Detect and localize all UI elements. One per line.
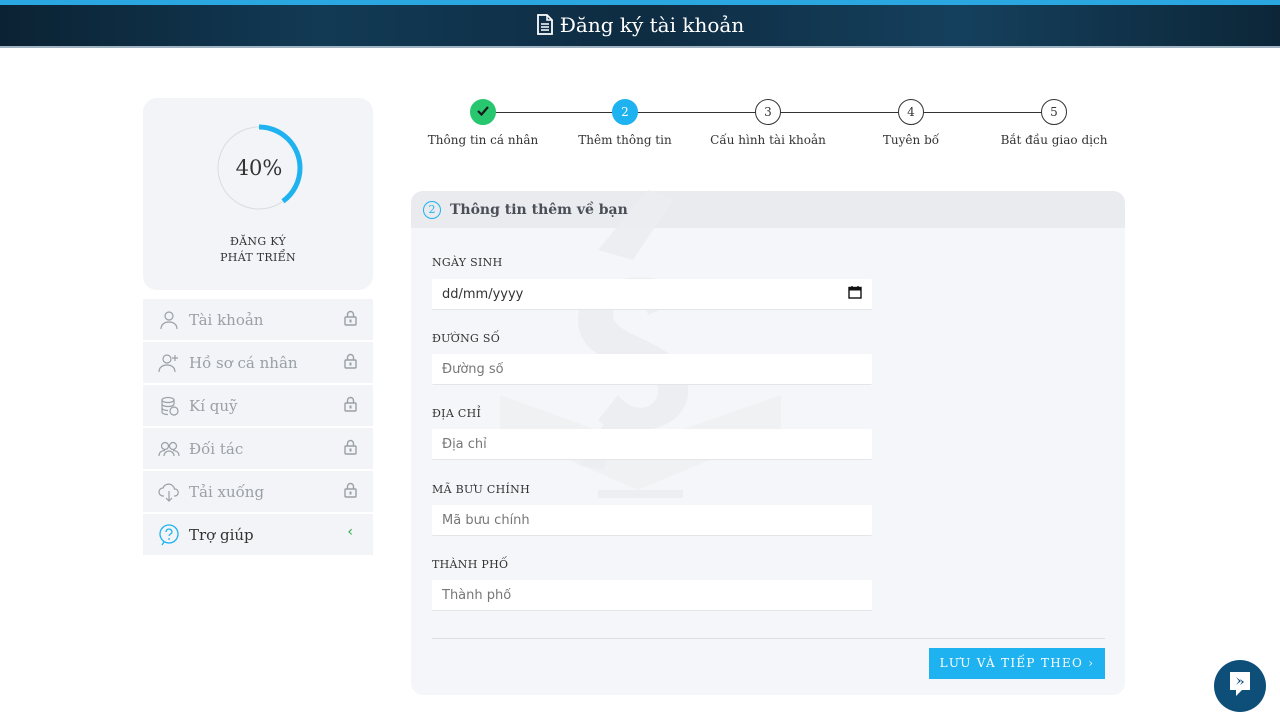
progress-label-line1: ĐĂNG KÝ bbox=[229, 235, 286, 248]
lock-icon bbox=[344, 439, 357, 459]
help-icon bbox=[158, 523, 180, 546]
sidebar-item-partners[interactable]: Đối tác bbox=[143, 428, 373, 469]
stepper: Thông tin cá nhân 2 Thêm thông tin 3 Cấu… bbox=[411, 98, 1125, 158]
progress-percent: 40% bbox=[235, 156, 283, 180]
step-number: 5 bbox=[1041, 99, 1067, 125]
dob-label: NGÀY SINH bbox=[432, 256, 503, 269]
step-label: Cấu hình tài khoản bbox=[710, 133, 826, 147]
page-title: Đăng ký tài khoản bbox=[0, 13, 1280, 40]
city-label: THÀNH PHỐ bbox=[432, 558, 509, 571]
chat-icon bbox=[1227, 670, 1253, 702]
sidebar-item-label: Trợ giúp bbox=[189, 525, 254, 544]
cloud-download-icon bbox=[158, 481, 180, 503]
city-input[interactable] bbox=[432, 580, 872, 611]
step-label: Tuyên bố bbox=[882, 133, 940, 147]
dob-date-input[interactable]: dd/mm/yyyy bbox=[432, 279, 872, 310]
step-2[interactable]: 2 Thêm thông tin bbox=[553, 98, 697, 147]
lock-icon bbox=[344, 482, 357, 502]
step-number: 4 bbox=[898, 99, 924, 125]
step-label: Thêm thông tin bbox=[578, 133, 672, 147]
lock-icon bbox=[344, 396, 357, 416]
sidebar-item-label: Tải xuống bbox=[189, 482, 265, 501]
street-label: ĐƯỜNG SỐ bbox=[432, 332, 501, 345]
lock-icon bbox=[344, 353, 357, 373]
postal-code-label: MÃ BƯU CHÍNH bbox=[432, 483, 530, 496]
panel-title: Thông tin thêm về bạn bbox=[450, 201, 628, 218]
sidebar-item-download[interactable]: Tải xuống bbox=[143, 471, 373, 512]
users-icon bbox=[158, 438, 180, 460]
user-icon bbox=[158, 309, 180, 331]
sidebar-item-label: Kí quỹ bbox=[189, 396, 238, 415]
sidebar-item-deposit[interactable]: Kí quỹ bbox=[143, 385, 373, 426]
step-label: Thông tin cá nhân bbox=[427, 133, 539, 147]
user-plus-icon bbox=[158, 352, 180, 374]
street-input[interactable] bbox=[432, 354, 872, 385]
chat-button[interactable] bbox=[1214, 660, 1266, 712]
lock-icon bbox=[344, 310, 357, 330]
step-4[interactable]: 4 Tuyên bố bbox=[839, 98, 983, 147]
check-icon bbox=[470, 99, 496, 125]
address-label: ĐỊA CHỈ bbox=[432, 407, 482, 420]
form-divider bbox=[432, 638, 1105, 639]
step-1[interactable]: Thông tin cá nhân bbox=[411, 98, 555, 147]
progress-card: 40% ĐĂNG KÝ PHÁT TRIỂN bbox=[143, 98, 373, 290]
calendar-icon[interactable] bbox=[848, 285, 862, 303]
step-label: Bắt đầu giao dịch bbox=[1000, 133, 1108, 147]
sidebar-item-profile[interactable]: Hồ sơ cá nhân bbox=[143, 342, 373, 383]
panel-header: 2 Thông tin thêm về bạn bbox=[411, 191, 1125, 228]
sidebar-item-label: Đối tác bbox=[189, 439, 244, 458]
document-icon bbox=[536, 14, 554, 40]
postal-code-input[interactable] bbox=[432, 505, 872, 536]
sidebar-item-label: Hồ sơ cá nhân bbox=[189, 353, 298, 372]
sidebar-item-help[interactable]: Trợ giúp ‹ bbox=[143, 514, 373, 555]
progress-label: ĐĂNG KÝ PHÁT TRIỂN bbox=[143, 234, 373, 266]
page-title-text: Đăng ký tài khoản bbox=[559, 13, 745, 37]
chevron-left-icon[interactable]: ‹ bbox=[347, 524, 353, 540]
step-number: 2 bbox=[612, 99, 638, 125]
step-number: 3 bbox=[755, 99, 781, 125]
dob-value: dd/mm/yyyy bbox=[442, 286, 524, 302]
coins-icon bbox=[158, 395, 180, 417]
address-input[interactable] bbox=[432, 429, 872, 460]
step-5[interactable]: 5 Bắt đầu giao dịch bbox=[982, 98, 1126, 147]
save-and-continue-button[interactable]: LƯU VÀ TIẾP THEO › bbox=[929, 648, 1105, 679]
sidebar-item-label: Tài khoản bbox=[189, 310, 264, 329]
side-menu: Tài khoản Hồ sơ cá nhân Kí quỹ Đối tác T… bbox=[143, 299, 373, 557]
progress-label-line2: PHÁT TRIỂN bbox=[220, 251, 296, 264]
step-3[interactable]: 3 Cấu hình tài khoản bbox=[696, 98, 840, 147]
top-header: Đăng ký tài khoản bbox=[0, 0, 1280, 48]
sidebar-item-account[interactable]: Tài khoản bbox=[143, 299, 373, 340]
panel-step-number: 2 bbox=[423, 200, 441, 219]
